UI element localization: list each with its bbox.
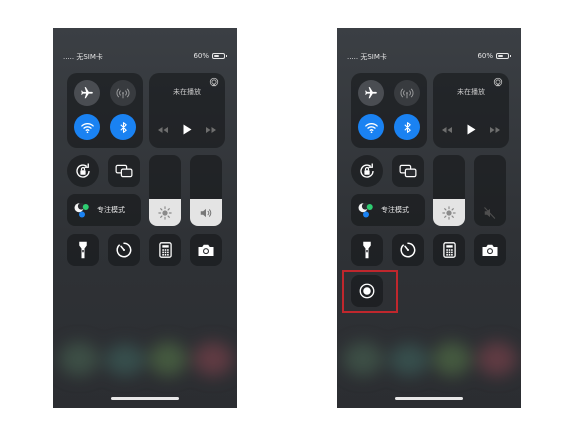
orientation-lock-button[interactable] (351, 155, 383, 187)
focus-icon (358, 202, 373, 218)
screen-mirroring-icon (115, 164, 133, 178)
phone-screen-after: ..... 无SIM卡 60% 未在播放 专注模式 (337, 28, 521, 408)
forward-icon[interactable] (489, 126, 501, 134)
forward-icon[interactable] (205, 126, 217, 134)
cellular-data-button[interactable] (110, 80, 136, 106)
camera-icon (482, 244, 498, 256)
airplane-icon (365, 87, 377, 99)
battery-icon (212, 53, 227, 59)
camera-button[interactable] (190, 234, 222, 266)
carrier-label: ..... 无SIM卡 (63, 53, 103, 61)
calculator-icon (158, 242, 172, 258)
orientation-lock-button[interactable] (67, 155, 99, 187)
focus-mode-label: 专注模式 (97, 206, 125, 214)
cellular-icon (400, 88, 414, 99)
battery-icon (496, 53, 511, 59)
blurred-background (53, 320, 237, 390)
brightness-slider[interactable] (433, 155, 465, 226)
flashlight-icon (363, 241, 371, 259)
calculator-button[interactable] (149, 234, 181, 266)
rewind-icon[interactable] (441, 126, 453, 134)
wifi-button[interactable] (74, 114, 100, 140)
screen-mirroring-button[interactable] (108, 155, 140, 187)
camera-button[interactable] (474, 234, 506, 266)
brightness-icon (442, 206, 456, 220)
timer-button[interactable] (108, 234, 140, 266)
wifi-icon (80, 122, 94, 133)
wifi-icon (364, 122, 378, 133)
now-playing-panel[interactable]: 未在播放 (149, 73, 225, 148)
focus-mode-button[interactable]: 专注模式 (67, 194, 141, 226)
focus-mode-label: 专注模式 (381, 206, 409, 214)
focus-mode-button[interactable]: 专注模式 (351, 194, 425, 226)
airplay-icon[interactable] (493, 77, 503, 87)
phone-screen-before: ..... 无SIM卡 60% 未在播放 专注模式 (53, 28, 237, 408)
timer-button[interactable] (392, 234, 424, 266)
play-icon[interactable] (182, 124, 192, 135)
timer-icon (116, 242, 132, 258)
cellular-icon (116, 88, 130, 99)
status-bar: ..... 无SIM卡 60% (347, 52, 511, 64)
screen-mirroring-button[interactable] (392, 155, 424, 187)
airplay-icon[interactable] (209, 77, 219, 87)
carrier-label: ..... 无SIM卡 (347, 53, 387, 61)
airplane-mode-button[interactable] (358, 80, 384, 106)
flashlight-icon (79, 241, 87, 259)
flashlight-button[interactable] (67, 234, 99, 266)
play-icon[interactable] (466, 124, 476, 135)
airplane-mode-button[interactable] (74, 80, 100, 106)
cellular-data-button[interactable] (394, 80, 420, 106)
volume-icon (200, 208, 212, 218)
blurred-background (337, 320, 521, 390)
wifi-button[interactable] (358, 114, 384, 140)
connectivity-panel (67, 73, 143, 148)
rewind-icon[interactable] (157, 126, 169, 134)
orientation-lock-icon (360, 163, 374, 178)
focus-icon (74, 202, 89, 218)
home-indicator[interactable] (111, 397, 179, 400)
volume-slider[interactable] (190, 155, 222, 226)
flashlight-button[interactable] (351, 234, 383, 266)
bluetooth-button[interactable] (110, 114, 136, 140)
highlight-box (342, 270, 398, 313)
home-indicator[interactable] (395, 397, 463, 400)
connectivity-panel (351, 73, 427, 148)
bluetooth-icon (403, 121, 411, 133)
bluetooth-icon (119, 121, 127, 133)
status-bar: ..... 无SIM卡 60% (63, 52, 227, 64)
battery-percent: 60% (193, 52, 209, 60)
battery-percent: 60% (477, 52, 493, 60)
now-playing-panel[interactable]: 未在播放 (433, 73, 509, 148)
bluetooth-button[interactable] (394, 114, 420, 140)
calculator-icon (442, 242, 456, 258)
now-playing-title: 未在播放 (173, 88, 201, 96)
volume-muted-icon (484, 207, 496, 219)
camera-icon (198, 244, 214, 256)
orientation-lock-icon (76, 163, 90, 178)
now-playing-title: 未在播放 (457, 88, 485, 96)
calculator-button[interactable] (433, 234, 465, 266)
volume-slider[interactable] (474, 155, 506, 226)
timer-icon (400, 242, 416, 258)
brightness-icon (158, 206, 172, 220)
screen-mirroring-icon (399, 164, 417, 178)
brightness-slider[interactable] (149, 155, 181, 226)
airplane-icon (81, 87, 93, 99)
